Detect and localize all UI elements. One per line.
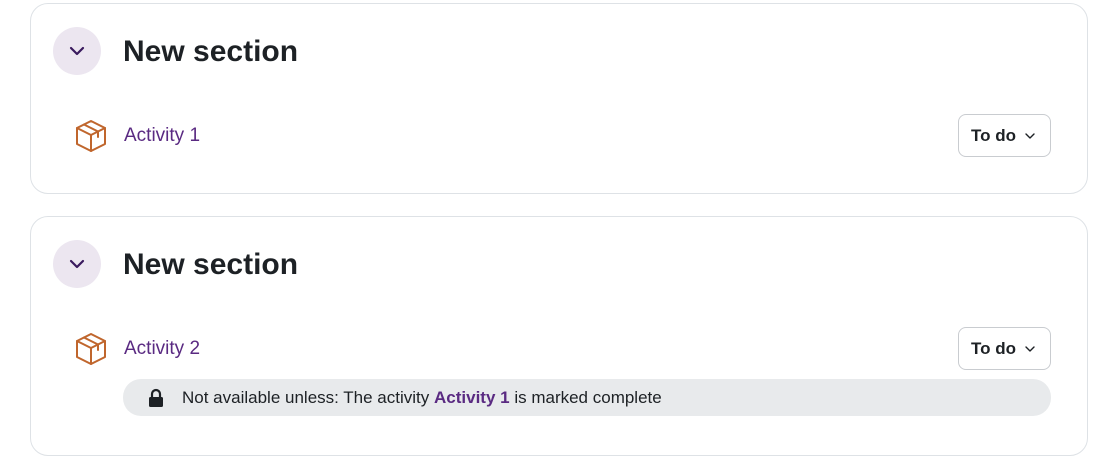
chevron-down-icon (1025, 132, 1035, 139)
restriction-notice: Not available unless: The activity Activ… (123, 379, 1051, 416)
completion-label: To do (971, 125, 1016, 145)
chevron-down-icon (69, 46, 85, 56)
completion-dropdown[interactable]: To do (958, 114, 1051, 157)
chevron-down-icon (1025, 345, 1035, 352)
section-title: New section (123, 248, 299, 281)
collapse-section-button[interactable] (53, 27, 101, 75)
course-section: New section Activity 1 To do (30, 3, 1088, 194)
course-section: New section Activity 2 To do Not availab… (30, 216, 1088, 456)
package-icon (73, 118, 109, 154)
activity-item: Activity 2 To do (73, 327, 1051, 371)
restriction-text: Not available unless: The activity Activ… (182, 388, 662, 408)
section-title: New section (123, 35, 299, 68)
activity-item: Activity 1 To do (73, 114, 1051, 158)
activity-link[interactable]: Activity 2 (124, 338, 200, 360)
restriction-activity-link[interactable]: Activity 1 (434, 388, 510, 407)
restriction-suffix: is marked complete (514, 387, 662, 407)
package-icon (73, 331, 109, 367)
lock-icon (147, 388, 165, 408)
activity-link[interactable]: Activity 1 (124, 125, 200, 147)
completion-dropdown[interactable]: To do (958, 327, 1051, 370)
completion-label: To do (971, 338, 1016, 358)
collapse-section-button[interactable] (53, 240, 101, 288)
restriction-prefix: Not available unless: The activity (182, 387, 430, 407)
chevron-down-icon (69, 259, 85, 269)
